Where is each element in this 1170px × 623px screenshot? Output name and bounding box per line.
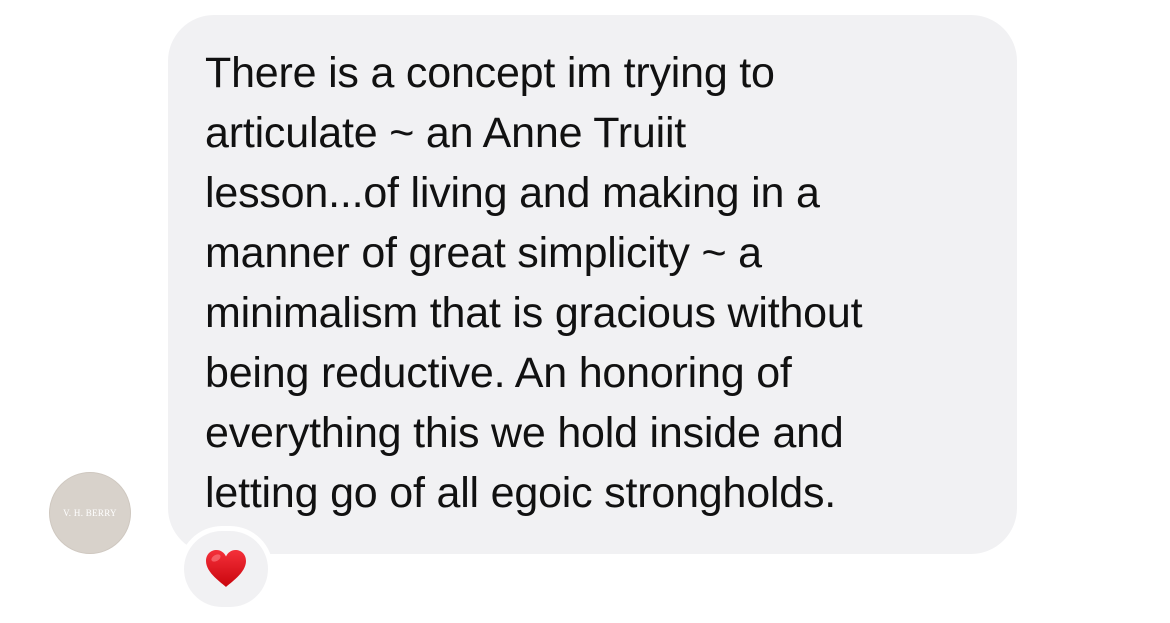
message-text: There is a concept im trying to articula…: [205, 49, 863, 517]
reaction-badge-inner: [184, 531, 268, 607]
red-heart-icon: [206, 550, 246, 587]
reaction-badge[interactable]: [179, 526, 273, 612]
avatar-initials: V. H. BERRY: [63, 508, 117, 518]
sender-avatar[interactable]: V. H. BERRY: [49, 472, 131, 554]
message-bubble[interactable]: There is a concept im trying to articula…: [168, 15, 1017, 554]
message-thread: V. H. BERRY There is a concept im trying…: [0, 0, 1170, 623]
